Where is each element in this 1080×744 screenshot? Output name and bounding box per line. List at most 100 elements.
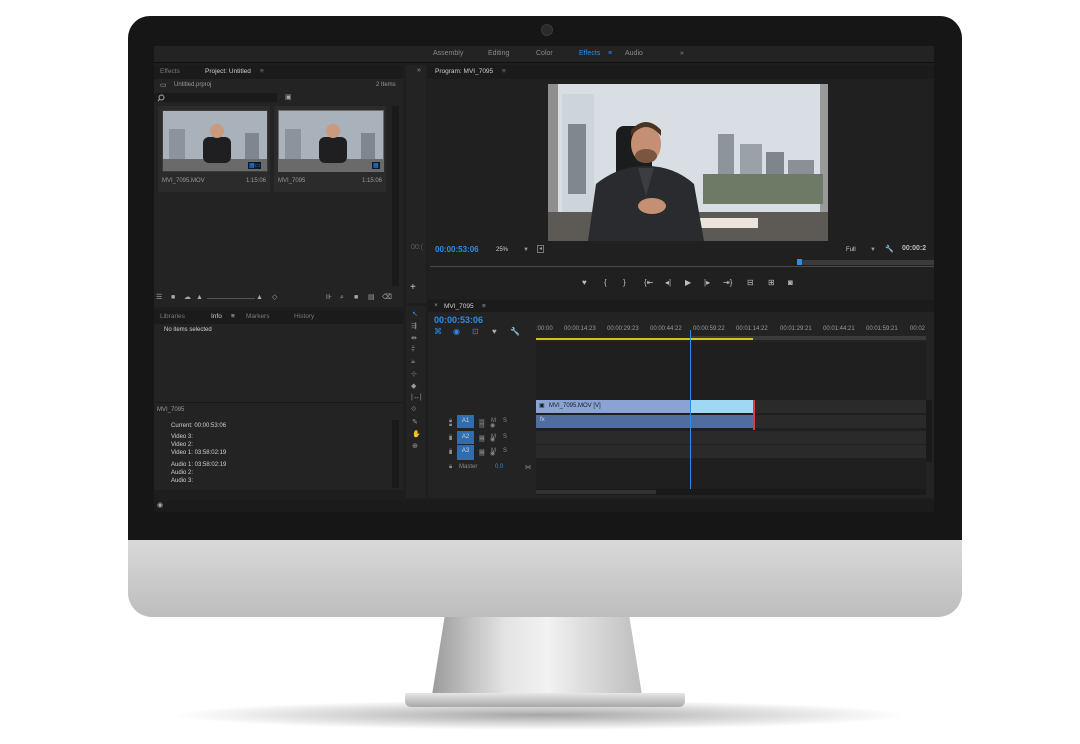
scrubber-zoom-bar[interactable] [800, 260, 934, 265]
play-icon[interactable]: ▶ [685, 278, 691, 287]
lock-icon[interactable]: 🔒︎ [449, 434, 452, 441]
audio-clip[interactable]: fx [536, 415, 753, 428]
program-timecode[interactable]: 00:00:53:06 [435, 245, 479, 254]
project-scrollbar[interactable] [392, 106, 399, 286]
pen-icon[interactable]: ✎ [412, 418, 418, 426]
track-name[interactable]: A3 [457, 445, 474, 458]
audio-clip-label: fx [540, 417, 545, 423]
info-scrollbar[interactable] [392, 420, 399, 488]
new-bin-icon[interactable]: ■ [354, 294, 358, 302]
zoom-dropdown-icon[interactable]: ▼ [523, 247, 529, 253]
fit-toggle-icon[interactable]: ◂ [537, 245, 545, 253]
video-clip[interactable]: ▣ MVI_7095.MOV [V] [536, 400, 753, 413]
mark-out-icon[interactable]: } [623, 278, 626, 287]
slip-tool-icon[interactable]: ⊹ [411, 370, 417, 378]
workspace-audio[interactable]: Audio [625, 50, 643, 57]
lift-icon[interactable]: ⊟ [747, 278, 754, 287]
tab-effects[interactable]: Effects [160, 68, 180, 75]
solo-button[interactable]: S [503, 448, 507, 454]
timeline-h-scroll-thumb[interactable] [536, 490, 656, 494]
workspace-menu-icon[interactable]: ≡ [608, 50, 612, 57]
hand-tool-icon[interactable]: ✋ [412, 430, 421, 438]
pen-tool-icon[interactable]: ⟐ [411, 406, 417, 414]
selection-tool-icon[interactable]: ↖ [412, 310, 418, 318]
tab-info[interactable]: Info [211, 313, 222, 320]
add-marker-icon[interactable]: ♥ [582, 278, 587, 287]
new-bin-icon[interactable]: ▣ [285, 94, 292, 102]
rolling-edit-tool-icon[interactable]: ⫩ [411, 346, 415, 354]
track-select-tool-icon[interactable]: ⇶ [411, 322, 417, 330]
go-to-in-icon[interactable]: {⇤ [644, 278, 653, 287]
add-panel-icon[interactable]: + [410, 282, 416, 293]
ripple-edit-tool-icon[interactable]: ⇹ [411, 334, 417, 342]
extract-icon[interactable]: ⊞ [768, 278, 775, 287]
lock-icon[interactable]: 🔒︎ [449, 464, 452, 471]
track-name[interactable]: A1 [457, 415, 474, 428]
zoom-out-icon[interactable]: ▲ [196, 294, 203, 302]
project-search-input[interactable] [154, 93, 277, 102]
master-volume[interactable]: 0.0 [495, 464, 503, 470]
timeline-h-scrollbar[interactable] [536, 489, 926, 495]
tab-markers[interactable]: Markers [246, 313, 269, 320]
timeline-v-scrollbar[interactable] [926, 400, 932, 462]
timeline-playhead[interactable] [690, 330, 691, 489]
tab-libraries[interactable]: Libraries [160, 313, 185, 320]
quality-dropdown-icon[interactable]: ▼ [870, 247, 876, 253]
program-scrubber[interactable] [430, 259, 934, 272]
program-menu-icon[interactable]: ≡ [502, 68, 506, 75]
freeform-view-icon[interactable]: ☁ [184, 294, 191, 302]
icon-view-icon[interactable]: ■ [171, 294, 175, 302]
trash-icon[interactable]: ⌫ [382, 294, 392, 302]
sync-lock-icon[interactable]: ▤ [479, 434, 485, 441]
step-back-icon[interactable]: ◂| [665, 278, 671, 287]
step-forward-icon[interactable]: |▸ [704, 278, 710, 287]
slide-tool-icon[interactable]: |↔| [411, 394, 422, 401]
zoom-level[interactable]: 25% [496, 247, 508, 253]
rate-stretch-tool-icon[interactable]: ⫨ [411, 358, 415, 366]
track-name[interactable]: A2 [457, 431, 474, 444]
automate-to-sequence-icon[interactable]: ⊪ [326, 294, 332, 302]
zoom-tool-icon[interactable]: ⊕ [412, 442, 418, 450]
list-view-icon[interactable]: ☰ [156, 294, 162, 302]
zoom-in-icon[interactable]: ▲ [256, 294, 263, 302]
scrubber-playhead[interactable] [797, 259, 802, 265]
info-tab-menu-icon[interactable]: ≡ [231, 313, 235, 320]
lock-icon[interactable]: 🔒︎ [449, 418, 452, 425]
razor-tool-icon[interactable]: ◆ [411, 382, 416, 390]
program-title[interactable]: Program: MVI_7095 [435, 68, 493, 75]
workspace-editing[interactable]: Editing [488, 50, 509, 57]
workspace-effects[interactable]: Effects [579, 50, 600, 57]
source-overflow-icon[interactable]: » [417, 67, 421, 74]
sync-lock-icon[interactable]: ▤ [479, 418, 485, 425]
mute-button[interactable]: M [491, 418, 496, 424]
sync-lock-icon[interactable]: ▤ [479, 448, 485, 455]
wrench-icon[interactable]: 🔧 [885, 245, 894, 253]
project-tab-menu-icon[interactable]: ≡ [260, 68, 264, 75]
workspace-overflow-icon[interactable]: » [680, 50, 684, 57]
zoom-slider-icon[interactable] [207, 298, 255, 299]
time-ruler[interactable]: :00:00 00:00:14:23 00:00:29:23 00:00:44:… [536, 324, 926, 340]
project-clip-card[interactable]: ▦ MVI_7095 1:15:06 [274, 106, 386, 192]
project-clip-card[interactable]: ▦▭ MVI_7095.MOV 1:15:06 [158, 106, 270, 192]
find-icon[interactable]: ⌕ [340, 294, 344, 302]
tab-project[interactable]: Project: Untitled [205, 68, 251, 75]
mute-button[interactable]: M [491, 434, 496, 440]
tab-history[interactable]: History [294, 313, 314, 320]
status-icon[interactable]: ◉ [157, 501, 163, 509]
new-item-icon[interactable]: ▤ [368, 294, 375, 302]
workspace-color[interactable]: Color [536, 50, 553, 57]
solo-button[interactable]: S [503, 434, 507, 440]
go-to-out-icon[interactable]: ⇥} [723, 278, 732, 287]
info-video-line: Video 2: [171, 442, 193, 448]
solo-button[interactable]: S [503, 418, 507, 424]
sort-icon[interactable]: ◇ [272, 294, 277, 302]
work-area-bar[interactable] [536, 338, 753, 340]
workspace-assembly[interactable]: Assembly [433, 50, 463, 57]
camera-icon[interactable]: ◙ [788, 278, 793, 287]
mark-in-icon[interactable]: { [604, 278, 607, 287]
mute-button[interactable]: M [491, 448, 496, 454]
lock-icon[interactable]: 🔒︎ [449, 448, 452, 455]
playback-quality[interactable]: Full [846, 247, 856, 253]
master-expand-icon[interactable]: ⋈ [525, 464, 531, 471]
tools-panel: ↖ ⇶ ⇹ ⫩ ⫨ ⊹ ◆ |↔| ⟐ ✎ ✋ ⊕ [406, 306, 426, 498]
